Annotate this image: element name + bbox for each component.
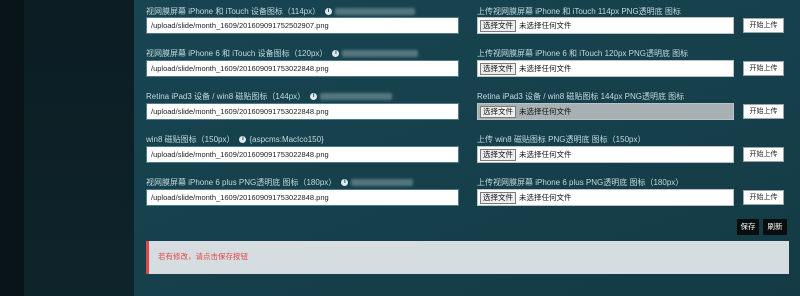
save-button[interactable]: 保存 bbox=[737, 219, 759, 235]
file-input[interactable]: 选择文件 未选择任何文件 bbox=[477, 189, 734, 206]
redacted-hint bbox=[335, 7, 416, 15]
start-upload-button[interactable]: 开始上传 bbox=[743, 61, 784, 76]
info-icon: i bbox=[310, 92, 318, 100]
info-icon: i bbox=[341, 178, 349, 186]
choose-file-button[interactable]: 选择文件 bbox=[480, 105, 516, 118]
icon-path-input[interactable]: /upload/slide/month_1609/201609091753022… bbox=[146, 189, 459, 206]
no-file-text: 未选择任何文件 bbox=[519, 150, 572, 159]
no-file-text: 未选择任何文件 bbox=[519, 21, 572, 30]
redacted-hint bbox=[351, 178, 414, 186]
alert-box: 若有修改，请点击保存按钮 bbox=[146, 241, 789, 274]
alert-message: 若有修改，请点击保存按钮 bbox=[158, 252, 248, 261]
no-file-text: 未选择任何文件 bbox=[519, 64, 572, 73]
main-panel: 视网膜屏幕 iPhone 和 iTouch 设备图标（114px） i /upl… bbox=[134, 0, 800, 296]
info-icon: i bbox=[325, 7, 333, 15]
field-label: win8 磁贴图标（150px） i {aspcms:MacIco150} bbox=[146, 133, 324, 145]
choose-file-button[interactable]: 选择文件 bbox=[480, 191, 516, 204]
choose-file-button[interactable]: 选择文件 bbox=[480, 62, 516, 75]
template-tag-hint: {aspcms:MacIco150} bbox=[249, 134, 324, 144]
redacted-hint bbox=[320, 92, 393, 100]
icon-path-input[interactable]: /upload/slide/month_1609/201609091752502… bbox=[146, 17, 459, 34]
no-file-text: 未选择任何文件 bbox=[519, 107, 572, 116]
sidebar bbox=[0, 0, 134, 296]
field-label: 视网膜屏幕 iPhone 和 iTouch 设备图标（114px） i bbox=[146, 5, 416, 17]
icon-path-input[interactable]: /upload/slide/month_1609/201609091753022… bbox=[146, 146, 459, 163]
upload-label: 上传 win8 磁贴图标 PNG透明底 图标（150px） bbox=[477, 134, 646, 144]
sidebar-strip bbox=[0, 0, 24, 296]
redacted-hint bbox=[342, 49, 419, 57]
field-label: 视网膜屏幕 iPhone 6 plus PNG透明底 图标（180px） i bbox=[146, 176, 414, 188]
field-label-text: win8 磁贴图标（150px） bbox=[146, 134, 235, 144]
file-input[interactable]: 选择文件 未选择任何文件 bbox=[477, 103, 734, 120]
icon-row-114: 视网膜屏幕 iPhone 和 iTouch 设备图标（114px） i /upl… bbox=[134, 3, 800, 43]
field-label-text: 视网膜屏幕 iPhone 6 和 iTouch 设备图标（120px） bbox=[146, 48, 328, 58]
icon-path-input[interactable]: /upload/slide/month_1609/201609091753022… bbox=[146, 103, 459, 120]
upload-label: 上传视网膜屏幕 iPhone 6 和 iTouch 120px PNG透明底 图… bbox=[477, 48, 689, 58]
file-input[interactable]: 选择文件 未选择任何文件 bbox=[477, 60, 734, 77]
upload-label: 上传视网膜屏幕 iPhone 6 plus PNG透明底 图标（180px） bbox=[477, 177, 684, 187]
start-upload-button[interactable]: 开始上传 bbox=[743, 190, 784, 205]
start-upload-button[interactable]: 开始上传 bbox=[743, 18, 784, 33]
icon-row-150: win8 磁贴图标（150px） i {aspcms:MacIco150} /u… bbox=[134, 132, 800, 172]
field-label: Retina iPad3 设备 / win8 磁贴图标（144px） i bbox=[146, 90, 393, 102]
choose-file-button[interactable]: 选择文件 bbox=[480, 148, 516, 161]
icon-row-120: 视网膜屏幕 iPhone 6 和 iTouch 设备图标（120px） i /u… bbox=[134, 46, 800, 86]
no-file-text: 未选择任何文件 bbox=[519, 193, 572, 202]
upload-label: Retina iPad3 设备 / win8 磁贴图标 144px PNG透明底… bbox=[477, 91, 685, 101]
info-icon: i bbox=[239, 135, 247, 143]
choose-file-button[interactable]: 选择文件 bbox=[480, 19, 516, 32]
field-label-text: 视网膜屏幕 iPhone 6 plus PNG透明底 图标（180px） bbox=[146, 177, 337, 187]
start-upload-button[interactable]: 开始上传 bbox=[743, 104, 784, 119]
upload-label: 上传视网膜屏幕 iPhone 和 iTouch 114px PNG透明底 图标 bbox=[477, 6, 681, 16]
file-input[interactable]: 选择文件 未选择任何文件 bbox=[477, 17, 734, 34]
file-input[interactable]: 选择文件 未选择任何文件 bbox=[477, 146, 734, 163]
icon-row-144: Retina iPad3 设备 / win8 磁贴图标（144px） i /up… bbox=[134, 89, 800, 129]
start-upload-button[interactable]: 开始上传 bbox=[743, 147, 784, 162]
refresh-button[interactable]: 刷新 bbox=[763, 219, 787, 235]
field-label-text: 视网膜屏幕 iPhone 和 iTouch 设备图标（114px） bbox=[146, 6, 321, 16]
field-label-text: Retina iPad3 设备 / win8 磁贴图标（144px） bbox=[146, 91, 306, 101]
info-icon: i bbox=[332, 49, 340, 57]
icon-row-180: 视网膜屏幕 iPhone 6 plus PNG透明底 图标（180px） i /… bbox=[134, 175, 800, 215]
field-label: 视网膜屏幕 iPhone 6 和 iTouch 设备图标（120px） i bbox=[146, 47, 419, 59]
icon-path-input[interactable]: /upload/slide/month_1609/201609091753022… bbox=[146, 60, 459, 77]
